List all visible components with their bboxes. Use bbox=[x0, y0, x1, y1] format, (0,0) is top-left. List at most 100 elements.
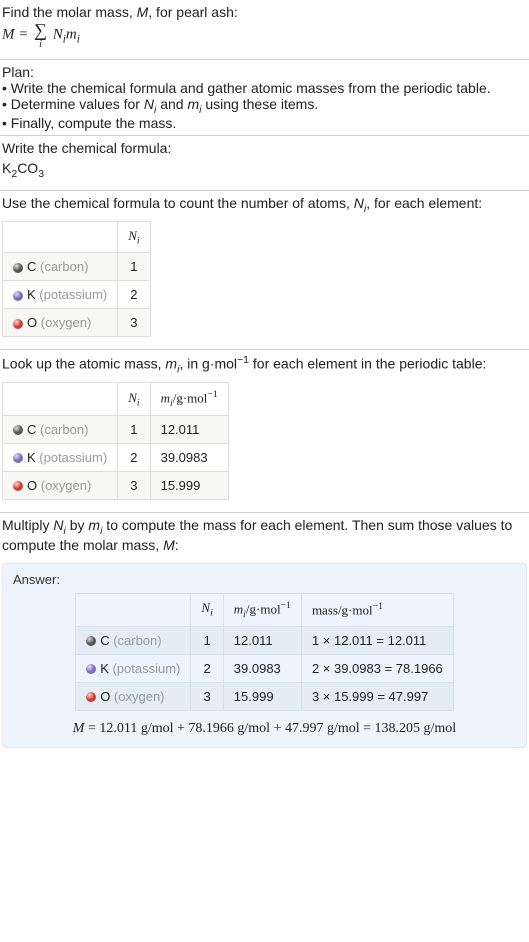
lf: for each element in the periodic table: bbox=[249, 356, 486, 372]
chem-title: Write the chemical formula: bbox=[2, 140, 527, 156]
t2hm: m bbox=[161, 390, 170, 405]
intro-text: Find the molar mass, M, for pearl ash: bbox=[2, 4, 527, 20]
ah3e: −1 bbox=[373, 601, 383, 612]
element-cell: C (carbon) bbox=[3, 415, 118, 443]
ahn: N bbox=[201, 600, 210, 615]
pb2b: N bbox=[144, 96, 154, 112]
ld: , in g·mol bbox=[179, 356, 237, 372]
value-cell: 39.0983 bbox=[150, 443, 228, 471]
value-cell: 2 bbox=[118, 281, 150, 309]
final-eq: = 12.011 g/mol + 78.1966 g/mol + 47.997 … bbox=[84, 721, 456, 736]
plan-bullet-1: • Write the chemical formula and gather … bbox=[2, 80, 527, 96]
element-cell: K (potassium) bbox=[76, 654, 191, 682]
element-name: (carbon) bbox=[110, 633, 162, 648]
chemical-formula: K2CO3 bbox=[2, 160, 527, 180]
sigma-index: i bbox=[34, 40, 47, 49]
element-symbol: K bbox=[100, 661, 109, 676]
answer-body: C (carbon)112.0111 × 12.011 = 12.011K (p… bbox=[76, 626, 454, 710]
t2he: −1 bbox=[207, 389, 217, 400]
value-cell: 2 bbox=[118, 443, 150, 471]
value-cell: 12.011 bbox=[223, 626, 301, 654]
count-title: Use the chemical formula to count the nu… bbox=[2, 195, 527, 215]
element-symbol: O bbox=[100, 689, 110, 704]
th-Ni: Ni bbox=[118, 382, 150, 415]
me: m bbox=[88, 517, 100, 533]
ah3: mass/g·mol bbox=[312, 602, 373, 617]
ctb: N bbox=[354, 195, 364, 211]
element-symbol: C bbox=[27, 259, 36, 274]
pb2g: using these items. bbox=[201, 96, 318, 112]
element-cell: O (oxygen) bbox=[3, 309, 118, 337]
t2hn: N bbox=[128, 390, 137, 405]
element-cell: K (potassium) bbox=[3, 281, 118, 309]
th-i: i bbox=[137, 235, 140, 246]
value-cell: 12.011 bbox=[150, 415, 228, 443]
t2-body: C (carbon)112.011K (potassium)239.0983O … bbox=[3, 415, 229, 499]
element-symbol: O bbox=[27, 315, 37, 330]
table-row: C (carbon)112.0111 × 12.011 = 12.011 bbox=[76, 626, 454, 654]
final-result: M = 12.011 g/mol + 78.1966 g/mol + 47.99… bbox=[13, 721, 516, 737]
plan-bullet-2: • Determine values for Ni and mi using t… bbox=[2, 96, 527, 116]
element-dot-icon bbox=[86, 636, 96, 646]
element-dot-icon bbox=[13, 263, 23, 273]
intro-part1: Find the molar mass, bbox=[2, 4, 137, 20]
find-molar-mass-section: Find the molar mass, M, for pearl ash: M… bbox=[0, 0, 529, 60]
chem-K: K bbox=[2, 160, 11, 176]
th-element bbox=[76, 593, 191, 626]
element-dot-icon bbox=[86, 664, 96, 674]
element-cell: O (oxygen) bbox=[76, 682, 191, 710]
th-element bbox=[3, 221, 118, 253]
intro-M: M bbox=[137, 4, 149, 20]
element-name: (potassium) bbox=[36, 287, 108, 302]
formula-N: N bbox=[49, 27, 63, 43]
chem-CO: CO bbox=[17, 160, 38, 176]
ahm: m bbox=[234, 601, 243, 616]
pb2d: and bbox=[156, 96, 187, 112]
value-cell: 3 bbox=[118, 309, 150, 337]
atomic-mass-section: Look up the atomic mass, mi, in g·mol−1 … bbox=[0, 350, 529, 512]
table-header-row: Ni mi/g·mol−1 bbox=[3, 382, 229, 415]
element-dot-icon bbox=[13, 291, 23, 301]
element-cell: O (oxygen) bbox=[3, 471, 118, 499]
plan-bullet-3: • Finally, compute the mass. bbox=[2, 115, 527, 131]
value-cell: 2 bbox=[191, 654, 223, 682]
table-row: O (oxygen)3 bbox=[3, 309, 151, 337]
element-name: (oxygen) bbox=[110, 689, 164, 704]
mi: : bbox=[175, 537, 179, 553]
plan-title: Plan: bbox=[2, 64, 527, 80]
element-cell: K (potassium) bbox=[3, 443, 118, 471]
lookup-title: Look up the atomic mass, mi, in g·mol−1 … bbox=[2, 354, 527, 375]
element-symbol: O bbox=[27, 478, 37, 493]
t1-body: C (carbon)1K (potassium)2O (oxygen)3 bbox=[3, 253, 151, 337]
th-Ni: Ni bbox=[191, 593, 223, 626]
count-atoms-section: Use the chemical formula to count the nu… bbox=[0, 191, 529, 350]
element-symbol: C bbox=[27, 422, 36, 437]
table-row: O (oxygen)315.9993 × 15.999 = 47.997 bbox=[76, 682, 454, 710]
element-symbol: K bbox=[27, 450, 36, 465]
value-cell: 15.999 bbox=[150, 471, 228, 499]
element-name: (carbon) bbox=[36, 422, 88, 437]
th-mi: mi/g·mol−1 bbox=[223, 593, 301, 626]
th-Ni: Ni bbox=[118, 221, 150, 253]
formula-M: M = bbox=[2, 27, 32, 43]
table-row: K (potassium)2 bbox=[3, 281, 151, 309]
th-mi: mi/g·mol−1 bbox=[150, 382, 228, 415]
chem-3: 3 bbox=[38, 168, 44, 180]
lb: m bbox=[165, 356, 177, 372]
ctd: , for each element: bbox=[366, 195, 482, 211]
formula-m-i: i bbox=[77, 34, 80, 46]
sigma-with-index: ∑i bbox=[34, 22, 47, 49]
ahe: −1 bbox=[281, 600, 291, 611]
element-name: (potassium) bbox=[36, 450, 108, 465]
element-cell: C (carbon) bbox=[76, 626, 191, 654]
la: Look up the atomic mass, bbox=[2, 356, 165, 372]
t2hni: i bbox=[137, 397, 140, 408]
multiply-section: Multiply Ni by mi to compute the mass fo… bbox=[0, 513, 529, 557]
table-header-row: Ni bbox=[3, 221, 151, 253]
value-cell: 39.0983 bbox=[223, 654, 301, 682]
element-dot-icon bbox=[13, 425, 23, 435]
answer-box: Answer: Ni mi/g·mol−1 mass/g·mol−1 C (ca… bbox=[2, 563, 527, 748]
value-cell: 1 bbox=[118, 415, 150, 443]
atomic-mass-table: Ni mi/g·mol−1 C (carbon)112.011K (potass… bbox=[2, 382, 229, 500]
th-N: N bbox=[128, 228, 137, 243]
